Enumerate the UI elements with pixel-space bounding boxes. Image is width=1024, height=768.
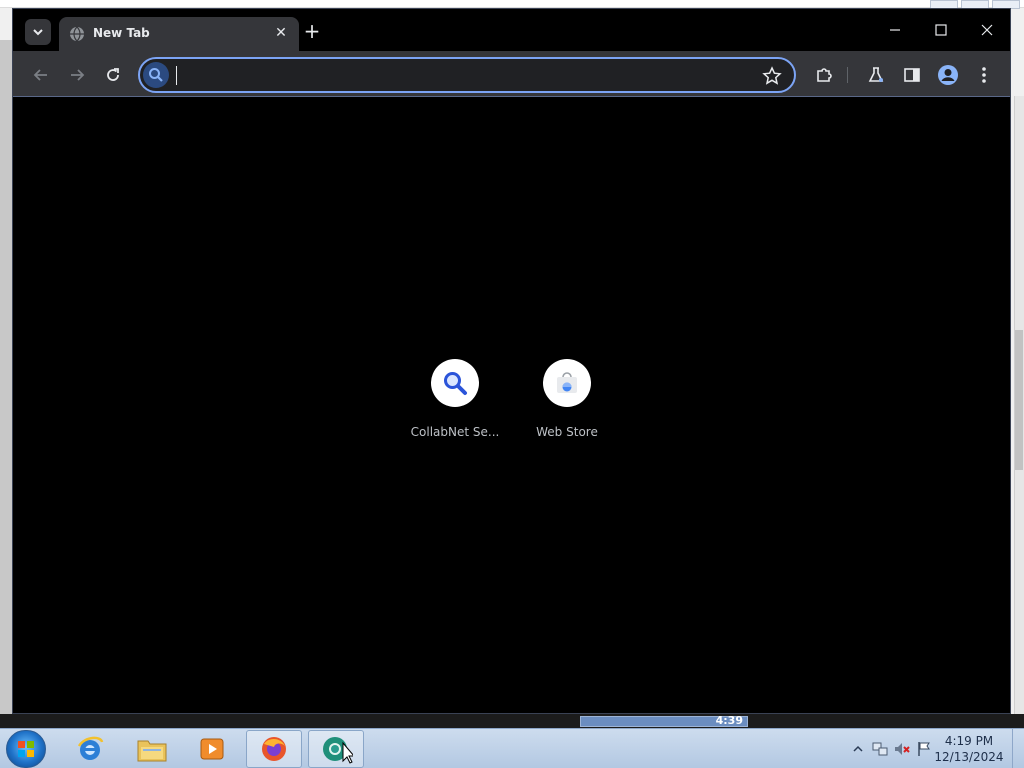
address-bar[interactable] (138, 57, 796, 93)
text-caret (176, 66, 177, 85)
browser-toolbar (13, 51, 1010, 97)
background-scrollbar[interactable]: ▼ (1014, 96, 1024, 728)
menu-button[interactable] (970, 61, 998, 89)
action-center-flag-icon[interactable] (916, 741, 932, 757)
forward-button[interactable] (63, 61, 91, 89)
reload-button[interactable] (99, 61, 127, 89)
media-time: 4:39 (715, 714, 743, 727)
maximize-icon (935, 24, 947, 36)
taskbar-firefox[interactable] (246, 730, 302, 768)
system-tray: 4:19 PM 12/13/2024 (844, 729, 1024, 768)
globe-icon (70, 26, 84, 42)
chrome-window: New Tab ✕ + CollabNet Se... Web Store (12, 8, 1011, 714)
shortcut-icon-circle (543, 359, 591, 407)
clock[interactable]: 4:19 PM 12/13/2024 (934, 733, 1004, 765)
puzzle-icon (817, 68, 832, 82)
reload-icon (107, 68, 119, 81)
taskbar-media-player[interactable] (184, 730, 240, 768)
bookmark-star-icon[interactable] (762, 66, 782, 86)
clock-date: 12/13/2024 (934, 750, 1004, 764)
show-desktop-button[interactable] (1012, 729, 1024, 768)
firefox-icon (262, 737, 286, 761)
shortcut-label: CollabNet Se... (410, 425, 500, 439)
media-progress-bar[interactable]: 4:39 (580, 714, 748, 727)
flask-icon (868, 67, 884, 82)
tab-new-tab[interactable]: New Tab ✕ (59, 17, 299, 51)
back-button[interactable] (27, 61, 55, 89)
arrow-right-icon (71, 69, 85, 81)
shortcut-collabnet[interactable]: CollabNet Se... (399, 359, 511, 455)
tab-strip: New Tab ✕ + (13, 9, 1010, 51)
address-input[interactable] (174, 63, 754, 89)
taskbar-chrome[interactable] (308, 730, 364, 768)
search-icon (444, 372, 467, 395)
maximize-button[interactable] (918, 9, 964, 51)
start-button[interactable] (6, 730, 46, 768)
shortcut-label: Web Store (536, 425, 598, 439)
side-panel-button[interactable] (898, 61, 926, 89)
extensions-button[interactable] (810, 61, 838, 89)
web-store-icon (557, 372, 577, 393)
tab-close-icon[interactable]: ✕ (273, 25, 289, 41)
taskbar-internet-explorer[interactable] (62, 730, 118, 768)
chevron-down-icon (33, 29, 43, 36)
background-scrollbar-thumb[interactable] (1015, 330, 1023, 470)
minimize-button[interactable] (872, 9, 918, 51)
search-icon (143, 62, 169, 88)
network-icon[interactable] (872, 741, 888, 757)
labs-button[interactable] (862, 61, 890, 89)
avatar-icon (938, 65, 958, 85)
new-tab-page: CollabNet Se... Web Store (13, 97, 1010, 713)
media-control-strip (0, 714, 1024, 728)
media-player-icon (200, 738, 224, 760)
tab-title: New Tab (93, 26, 150, 40)
taskbar: 4:19 PM 12/13/2024 (0, 728, 1024, 768)
profile-button[interactable] (934, 61, 962, 89)
side-panel-icon (904, 68, 920, 82)
toolbar-divider (847, 67, 848, 83)
internet-explorer-icon (77, 736, 104, 760)
shortcut-icon-circle (431, 359, 479, 407)
background-window-edge (0, 40, 12, 730)
window-controls (872, 9, 1010, 51)
background-window-titlebar (0, 0, 1024, 9)
file-explorer-icon (137, 740, 167, 762)
volume-muted-icon[interactable] (894, 741, 910, 757)
tab-search-button[interactable] (25, 19, 51, 45)
new-tab-plus-icon[interactable]: + (301, 21, 323, 43)
show-hidden-icons-icon[interactable] (850, 741, 866, 757)
chrome-icon (323, 737, 353, 764)
windows-logo-icon (18, 741, 34, 757)
minimize-icon (890, 29, 900, 31)
more-vertical-icon (982, 67, 986, 83)
close-icon (981, 24, 993, 36)
clock-time: 4:19 PM (944, 734, 994, 748)
taskbar-file-explorer[interactable] (124, 730, 180, 768)
shortcut-web-store[interactable]: Web Store (511, 359, 623, 455)
close-button[interactable] (964, 9, 1010, 51)
arrow-left-icon (33, 69, 47, 81)
